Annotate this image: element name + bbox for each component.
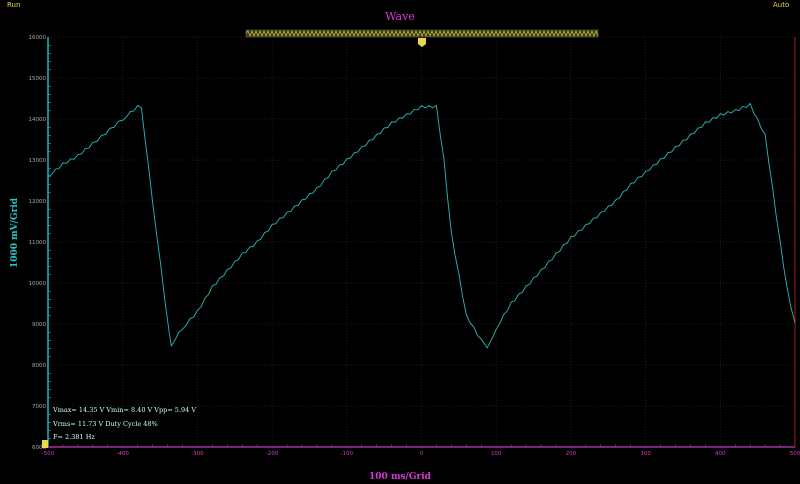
y-tick-label: 15000 [29, 76, 47, 82]
trigger-position-marker [418, 38, 426, 47]
x-tick-label: 300 [640, 451, 651, 457]
y-tick-label: 7000 [32, 404, 46, 410]
x-tick-label: -300 [191, 451, 204, 457]
y-tick-label: 11000 [29, 240, 47, 246]
x-tick-label: 500 [790, 451, 800, 457]
y-tick-label: 13000 [29, 158, 47, 164]
x-tick-label: -200 [266, 451, 279, 457]
measurement-line-3: F= 2.381 Hz [53, 433, 95, 441]
y-tick-label: 9000 [32, 322, 46, 328]
x-tick-label: -400 [116, 451, 129, 457]
waveform-trace [47, 102, 796, 349]
y-tick-label: 14000 [29, 117, 47, 123]
x-tick-label: 200 [566, 451, 577, 457]
ground-level-marker [42, 440, 48, 448]
y-tick-label: 8000 [32, 363, 46, 369]
y-tick-label: 10000 [29, 281, 47, 287]
x-tick-label: 0 [420, 451, 424, 457]
x-tick-label: 100 [491, 451, 502, 457]
x-tick-label: 400 [715, 451, 726, 457]
y-tick-label: 12000 [29, 199, 47, 205]
measurement-line-2: Vrms= 11.73 V Duty Cycle 48% [53, 420, 158, 428]
y-tick-label: 16000 [29, 35, 47, 41]
measurement-line-1: Vmax= 14.35 V Vmin= 8.40 V Vpp= 5.94 V [53, 406, 197, 414]
x-tick-label: -100 [341, 451, 354, 457]
x-tick-label: -500 [42, 451, 55, 457]
